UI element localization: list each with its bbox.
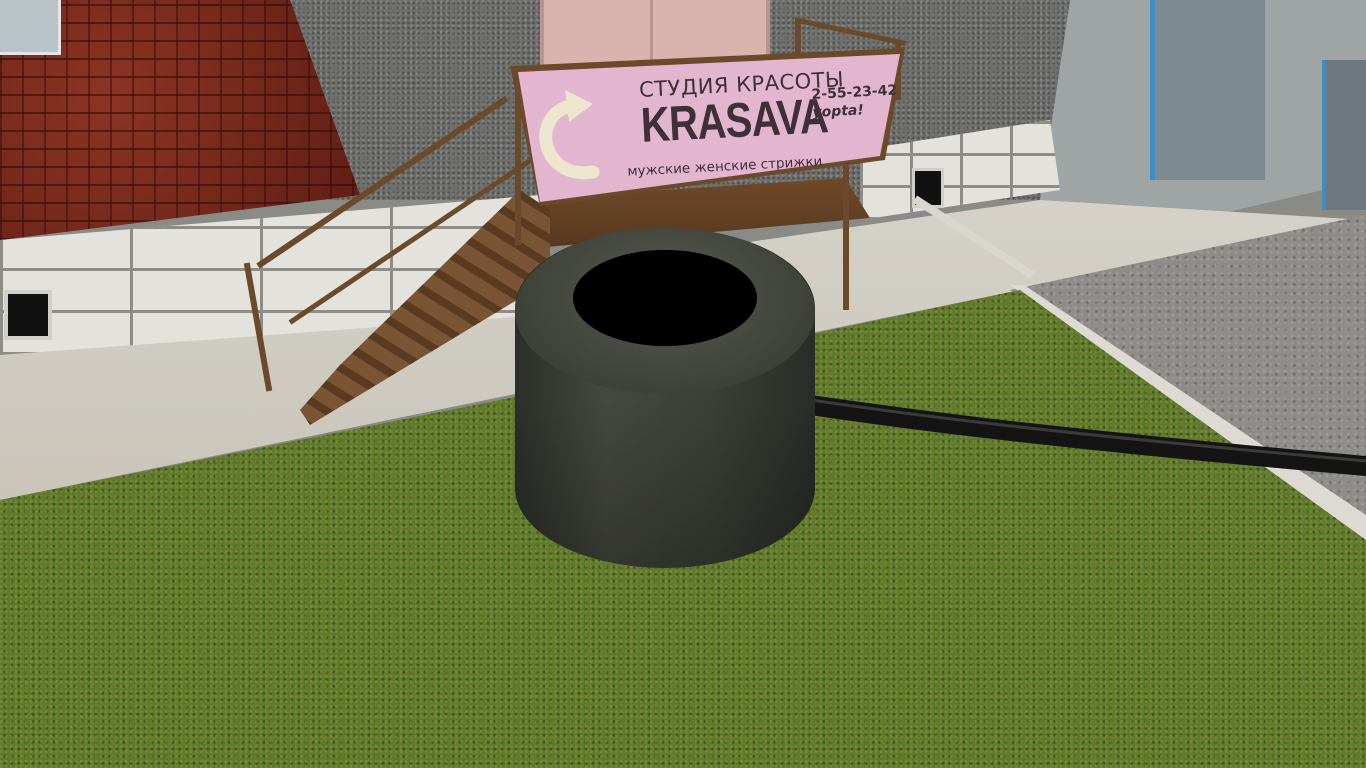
tire-hole — [573, 250, 757, 346]
window-frame — [0, 0, 61, 55]
sign-brand: KRASAVA — [639, 89, 830, 153]
building-door-far[interactable] — [1322, 60, 1366, 210]
building-door[interactable] — [1150, 0, 1265, 180]
curved-arrow-icon — [539, 90, 600, 180]
sign-subtitle: мужские женские стрижки — [626, 153, 823, 180]
tire-shadow — [515, 400, 815, 568]
hose[interactable] — [790, 380, 1366, 490]
basement-vent-left — [4, 290, 52, 340]
sign-text-group: СТУДИЯ КРАСОТЫ KRASAVA 2-55-23-42 yopta!… — [600, 54, 906, 200]
sign-slogan: yopta! — [812, 102, 865, 121]
sign-phone: 2-55-23-42 — [811, 82, 898, 103]
